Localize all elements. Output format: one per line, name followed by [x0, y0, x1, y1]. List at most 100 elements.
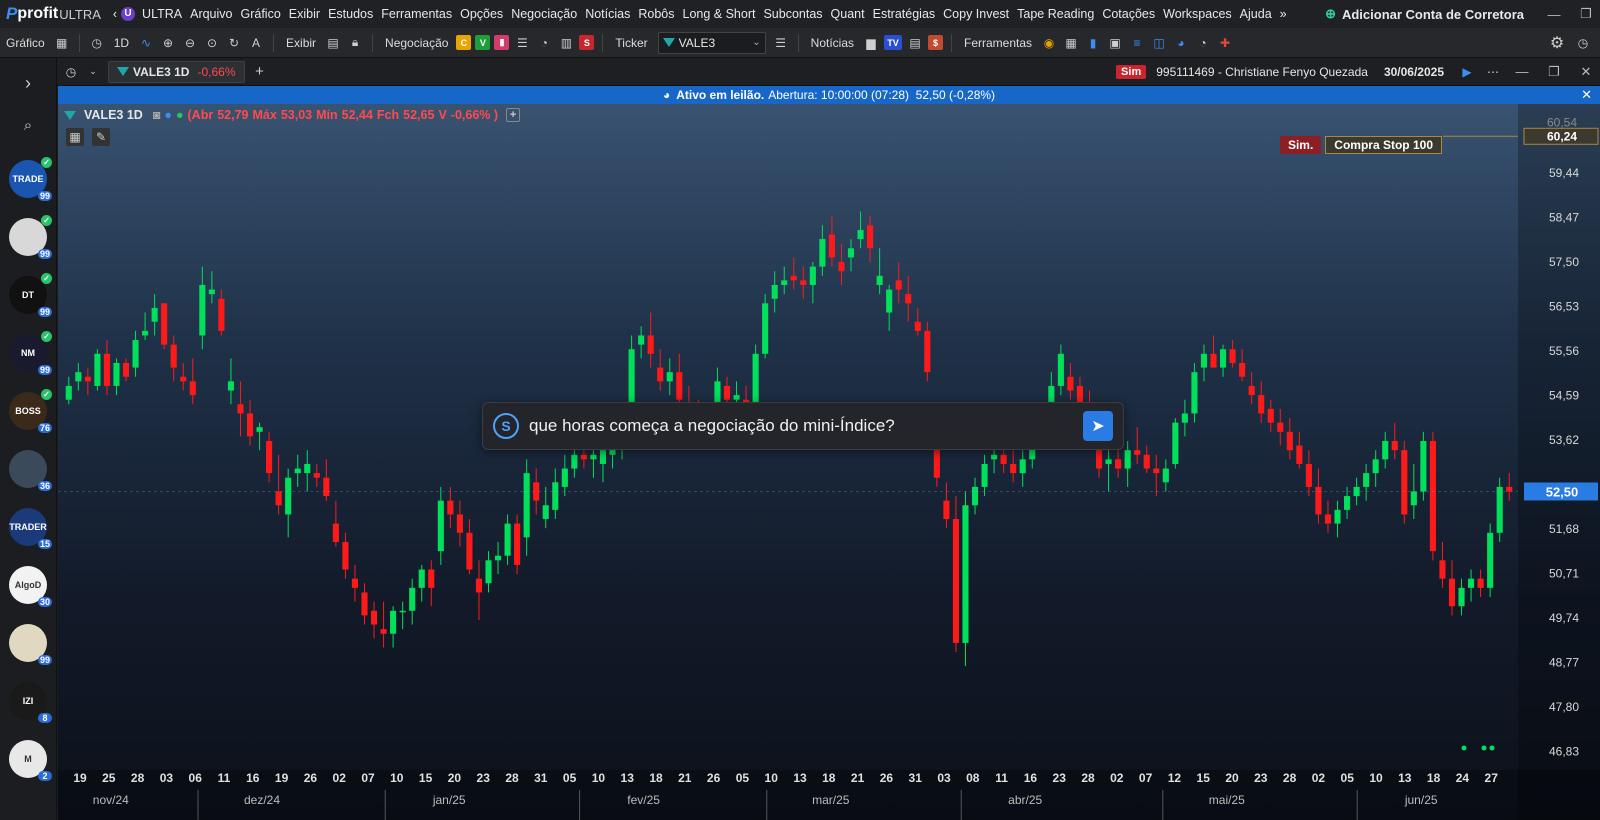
restore-icon[interactable]: ❐: [1572, 6, 1600, 22]
menu-opcoes[interactable]: Opções: [456, 7, 507, 21]
menu-grafico[interactable]: Gráfico: [237, 7, 285, 21]
tab-minimize-icon[interactable]: —: [1508, 64, 1536, 79]
refresh-icon[interactable]: ↻: [225, 34, 243, 52]
menu-copy-invest[interactable]: Copy Invest: [939, 7, 1013, 21]
menu-exibir[interactable]: Exibir: [285, 7, 324, 21]
chart-type-icon[interactable]: ▦: [53, 34, 71, 52]
vale-logo-icon: [662, 38, 675, 47]
bookmark-icon[interactable]: ▮: [1084, 34, 1102, 52]
zoom-fit-icon[interactable]: ⊙: [203, 34, 221, 52]
chevron-down-icon[interactable]: ⌄: [84, 63, 102, 81]
list-icon[interactable]: ☰: [513, 34, 531, 52]
robot-count-badge: 8: [38, 713, 52, 723]
menu-estudos[interactable]: Estudos: [324, 7, 377, 21]
clock-icon[interactable]: ◷: [88, 34, 106, 52]
tab-close-icon[interactable]: ✕: [1572, 64, 1600, 80]
menu-quant[interactable]: Quant: [827, 7, 869, 21]
book-icon[interactable]: ▮: [494, 35, 510, 50]
zoom-in-icon[interactable]: ⊕: [159, 34, 177, 52]
prompt-input[interactable]: que horas começa a negociação do mini-Ín…: [529, 416, 1083, 436]
menu-ultra[interactable]: ULTRA: [138, 7, 186, 21]
lock-icon[interactable]: 🔒︎: [346, 34, 364, 52]
menu-negociacao[interactable]: Negociação: [507, 7, 581, 21]
robot-avatar[interactable]: TRADER 15: [9, 508, 52, 549]
news-chart-icon[interactable]: ▆: [862, 34, 880, 52]
robot-avatar[interactable]: M2: [9, 740, 52, 781]
menu-overflow-icon[interactable]: »: [1276, 7, 1291, 21]
align-icon[interactable]: ≡: [1128, 34, 1146, 52]
close-banner-icon[interactable]: ✕: [1581, 87, 1592, 103]
table-icon[interactable]: ▣: [1106, 34, 1124, 52]
menu-arquivo[interactable]: Arquivo: [186, 7, 236, 21]
menu-noticias[interactable]: Notícias: [581, 7, 634, 21]
grid-icon[interactable]: ▦: [1062, 34, 1080, 52]
history-clock-icon[interactable]: ◷: [62, 63, 80, 81]
price-chart[interactable]: 59,44 58,47 57,50 56,53 55,56 54,59 53,62 51,68…: [58, 86, 1600, 820]
candle-body: [170, 344, 177, 368]
alarm-icon[interactable]: ◔: [1194, 34, 1212, 52]
candlestick-chart[interactable]: 59,44 58,47 57,50 56,53 55,56 54,59 53,62 51,68…: [58, 86, 1600, 820]
sell-order-button[interactable]: V: [475, 35, 491, 50]
send-button[interactable]: ➤: [1083, 411, 1113, 441]
menu-long-short[interactable]: Long & Short: [679, 7, 760, 21]
minimize-icon[interactable]: —: [1540, 7, 1568, 22]
period-selector[interactable]: 1D: [114, 36, 129, 50]
pencil-icon[interactable]: ✎: [92, 128, 110, 146]
indicator-icon[interactable]: ∿: [137, 34, 155, 52]
robot-avatar[interactable]: AlgoD 30: [9, 566, 52, 607]
back-chevron-icon[interactable]: ‹: [109, 7, 121, 21]
robot-avatar[interactable]: 99 ✓: [9, 215, 52, 259]
robot-count-badge: 99: [37, 191, 52, 201]
chat-icon[interactable]: ◕: [1172, 34, 1190, 52]
menu-estrategias[interactable]: Estratégias: [869, 7, 940, 21]
play-icon[interactable]: ▶: [1458, 63, 1476, 81]
add-tab-icon[interactable]: +: [251, 63, 269, 81]
shield-icon[interactable]: S: [579, 35, 595, 50]
settings-gear-icon[interactable]: ⚙: [1548, 34, 1566, 52]
more-icon[interactable]: ⋯: [1484, 63, 1502, 81]
max-label: Máx: [252, 108, 277, 122]
expand-sidebar-icon[interactable]: ›: [0, 62, 56, 104]
replay-icon[interactable]: ◉: [1040, 34, 1058, 52]
robot-avatar[interactable]: 36: [9, 450, 52, 491]
gift-icon[interactable]: ✚: [1216, 34, 1234, 52]
menu-subcontas[interactable]: Subcontas: [759, 7, 826, 21]
robot-avatar[interactable]: DT 99 ✓: [9, 273, 52, 317]
robot-avatar[interactable]: BOSS 76 ✓: [9, 389, 52, 433]
zoom-out-icon[interactable]: ⊖: [181, 34, 199, 52]
menu-tape-reading[interactable]: Tape Reading: [1013, 7, 1098, 21]
candle-body: [275, 491, 282, 506]
menu-ajuda[interactable]: Ajuda: [1236, 7, 1276, 21]
tab-restore-icon[interactable]: ❐: [1540, 64, 1568, 80]
candle-body: [342, 541, 349, 570]
timer-icon[interactable]: ◷: [1574, 34, 1592, 52]
robot-avatar[interactable]: 99: [9, 624, 52, 665]
text-tool-icon[interactable]: A: [247, 34, 265, 52]
menu-workspaces[interactable]: Workspaces: [1159, 7, 1236, 21]
search-icon[interactable]: ⌕: [0, 104, 56, 146]
layout-icon[interactable]: ▤: [324, 34, 342, 52]
color-palette-icon[interactable]: ▦: [66, 128, 84, 146]
toolbar-ferramentas-label: Ferramentas: [964, 35, 1033, 50]
ai-assistant-prompt[interactable]: S que horas começa a negociação do mini-…: [482, 402, 1124, 450]
menu-cotacoes[interactable]: Cotações: [1098, 7, 1159, 21]
candle-body: [1258, 395, 1265, 414]
dollar-icon[interactable]: $: [928, 35, 944, 50]
newspaper-icon[interactable]: ▤: [906, 34, 924, 52]
buy-order-button[interactable]: C: [456, 35, 472, 50]
menu-ferramentas[interactable]: Ferramentas: [377, 7, 456, 21]
menu-robos[interactable]: Robôs: [634, 7, 678, 21]
robot-avatar[interactable]: IZI 8: [9, 682, 52, 723]
ticker-selector[interactable]: VALE3 ⌄: [657, 31, 766, 54]
pie-icon[interactable]: ◔: [535, 34, 553, 52]
robot-avatar[interactable]: TRADE 99 ✓: [9, 157, 52, 201]
tv-icon[interactable]: TV: [884, 35, 903, 50]
ticker-list-icon[interactable]: ☰: [772, 34, 790, 52]
robot-avatar[interactable]: NM 99 ✓: [9, 331, 52, 375]
bars-icon[interactable]: ▥: [557, 34, 575, 52]
add-study-icon[interactable]: +: [506, 108, 521, 122]
chart-tab[interactable]: VALE3 1D -0,66%: [108, 60, 245, 83]
split-icon[interactable]: ◫: [1150, 34, 1168, 52]
stop-order-label[interactable]: Sim. Compra Stop 100: [1279, 136, 1442, 154]
add-broker-button[interactable]: ⊕ Adicionar Conta de Corretora: [1325, 6, 1524, 22]
